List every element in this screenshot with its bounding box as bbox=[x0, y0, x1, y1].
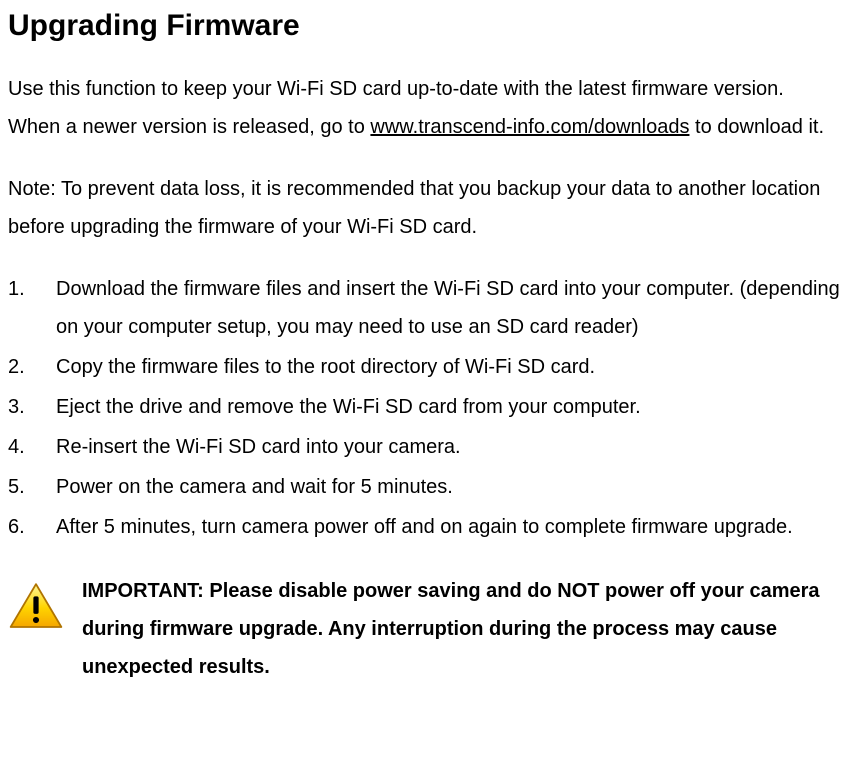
intro-paragraph: Use this function to keep your Wi-Fi SD … bbox=[8, 70, 840, 146]
important-section: IMPORTANT: Please disable power saving a… bbox=[8, 572, 840, 686]
list-item: Re-insert the Wi-Fi SD card into your ca… bbox=[8, 428, 840, 466]
intro-text-after: to download it. bbox=[689, 116, 824, 138]
download-link[interactable]: www.transcend-info.com/downloads bbox=[370, 116, 689, 138]
list-item: Download the firmware files and insert t… bbox=[8, 270, 840, 346]
page-title: Upgrading Firmware bbox=[8, 8, 840, 44]
note-paragraph: Note: To prevent data loss, it is recomm… bbox=[8, 170, 840, 246]
list-item: Copy the firmware files to the root dire… bbox=[8, 348, 840, 386]
warning-icon bbox=[8, 580, 64, 632]
list-item: Power on the camera and wait for 5 minut… bbox=[8, 468, 840, 506]
list-item: After 5 minutes, turn camera power off a… bbox=[8, 508, 840, 546]
list-item: Eject the drive and remove the Wi-Fi SD … bbox=[8, 388, 840, 426]
important-text: IMPORTANT: Please disable power saving a… bbox=[82, 572, 840, 686]
steps-list: Download the firmware files and insert t… bbox=[8, 270, 840, 546]
